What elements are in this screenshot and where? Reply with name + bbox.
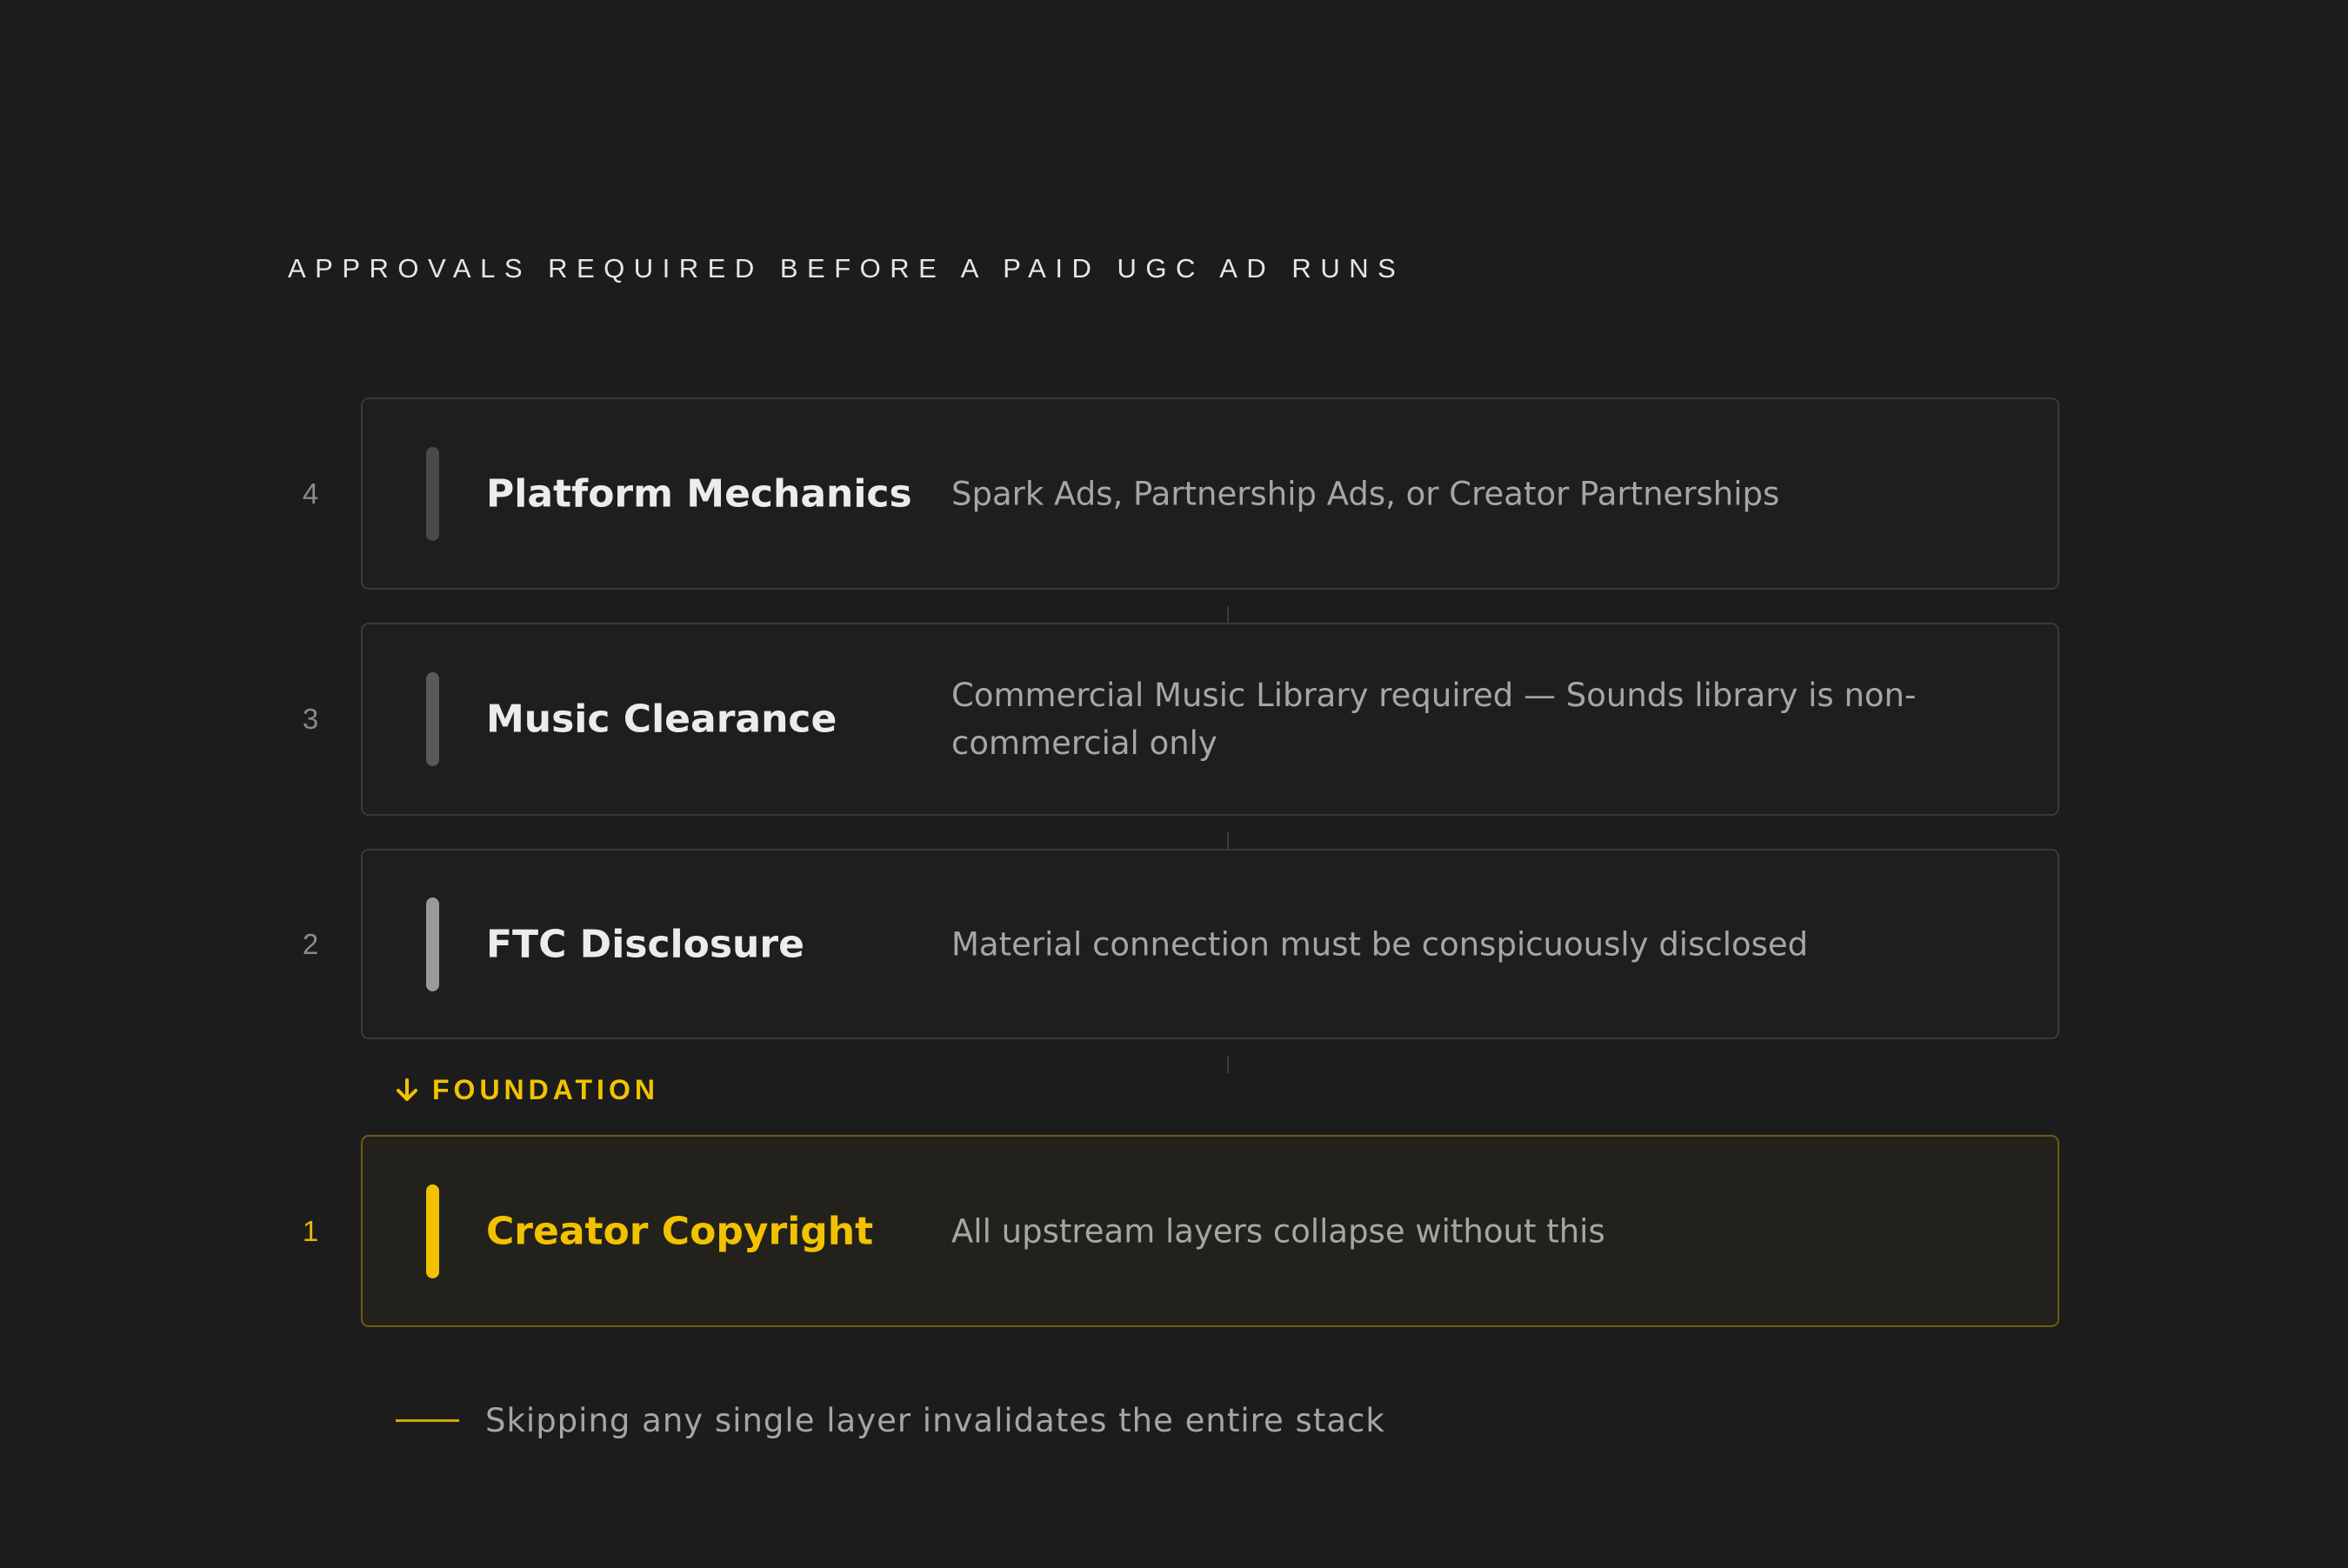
layer-name: FTC Disclosure: [486, 922, 804, 966]
layer-music-clearance: 3 Music Clearance Commercial Music Libra…: [303, 623, 2059, 816]
layer-accent-bar: [426, 446, 439, 541]
layer-description: All upstream layers collapse without thi…: [951, 1212, 1605, 1250]
layer-connector: [1227, 832, 1229, 850]
diagram-heading: APPROVALS REQUIRED BEFORE A PAID UGC AD …: [288, 253, 1405, 284]
layer-connector: [1227, 606, 1229, 624]
layer-accent-bar: [426, 897, 439, 991]
foundation-label-text: FOUNDATION: [432, 1074, 659, 1105]
footnote-text: Skipping any single layer invalidates th…: [485, 1402, 1385, 1439]
layer-ftc-disclosure: 2 FTC Disclosure Material connection mus…: [303, 849, 2059, 1039]
foundation-label: FOUNDATION: [396, 1074, 659, 1106]
layer-creator-copyright: 1 Creator Copyright All upstream layers …: [303, 1135, 2059, 1327]
layer-number: 1: [302, 1214, 319, 1247]
layer-description: Commercial Music Library required — Soun…: [951, 677, 1917, 762]
arrow-down-icon: [397, 1078, 417, 1101]
footnote: Skipping any single layer invalidates th…: [396, 1402, 1385, 1439]
footnote-rule: [396, 1419, 459, 1422]
layer-connector: [1227, 1056, 1229, 1073]
layer-number: 3: [302, 703, 319, 735]
layer-description: Spark Ads, Partnership Ads, or Creator P…: [951, 475, 1780, 512]
layer-accent-bar: [426, 1184, 439, 1278]
layer-name: Music Clearance: [486, 697, 837, 742]
layer-platform-mechanics: 4 Platform Mechanics Spark Ads, Partners…: [303, 397, 2059, 590]
layer-description: Material connection must be conspicuousl…: [951, 925, 1809, 963]
layer-accent-bar: [426, 672, 439, 766]
layer-name: Platform Mechanics: [486, 471, 912, 516]
layer-number: 4: [302, 477, 319, 510]
layer-name: Creator Copyright: [486, 1209, 874, 1253]
layer-number: 2: [302, 927, 319, 960]
